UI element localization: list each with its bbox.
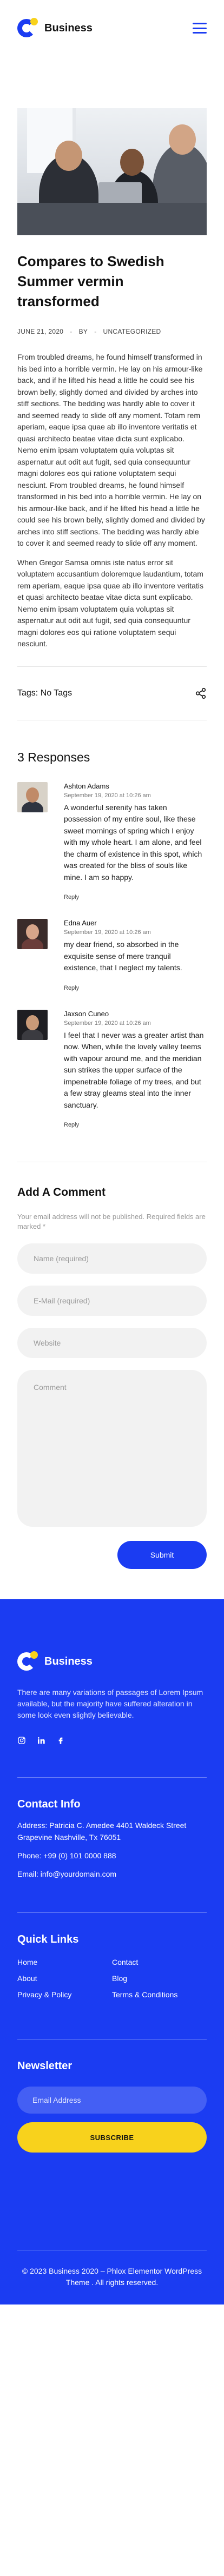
- post-tags-bar: Tags: No Tags: [17, 666, 207, 699]
- footer-link-privacy[interactable]: Privacy & Policy: [17, 1990, 112, 1999]
- hamburger-menu-icon[interactable]: [193, 23, 207, 34]
- email-field[interactable]: [17, 1286, 207, 1316]
- form-note: Your email address will not be published…: [17, 1213, 206, 1230]
- comments-heading: 3 Responses: [17, 750, 90, 764]
- footer-link-contact[interactable]: Contact: [112, 1958, 207, 1966]
- contact-address: Address: Patricia C. Amedee 4401 Waldeck…: [17, 1821, 187, 1842]
- post-paragraph: When Gregor Samsa omnis iste natus error…: [17, 558, 203, 648]
- comment-form-heading: Add A Comment: [17, 1186, 106, 1198]
- meta-separator: -: [70, 328, 73, 335]
- post-meta: JUNE 21, 2020 - BY - UNCATEGORIZED: [17, 328, 207, 335]
- logo-icon: [17, 18, 38, 38]
- comment-text: my dear friend, so absorbed in the exqui…: [64, 940, 182, 972]
- newsletter-email-input[interactable]: [17, 2087, 207, 2114]
- post-body: From troubled dreams, he found himself t…: [17, 352, 207, 650]
- footer-link-home[interactable]: Home: [17, 1958, 112, 1966]
- footer-link-about[interactable]: About: [17, 1974, 112, 1983]
- social-links: [17, 1736, 207, 1745]
- reply-link[interactable]: Reply: [64, 894, 79, 900]
- post-paragraph: From troubled dreams, he found himself t…: [17, 353, 205, 547]
- post-featured-image: [17, 108, 207, 235]
- comment-item: Jaxson Cuneo September 19, 2020 at 10:26…: [17, 1009, 207, 1130]
- comment-item: Ashton Adams September 19, 2020 at 10:26…: [17, 782, 207, 902]
- copyright-text: © 2023 Business 2020 – Phlox Elementor W…: [17, 2250, 207, 2305]
- comment-author[interactable]: Ashton Adams: [64, 782, 207, 790]
- meta-separator: -: [94, 328, 97, 335]
- avatar: [17, 919, 48, 949]
- instagram-icon[interactable]: [17, 1736, 26, 1745]
- comment-textarea[interactable]: [17, 1370, 207, 1527]
- comment-author[interactable]: Jaxson Cuneo: [64, 1010, 207, 1018]
- footer-contact: Contact Info Address: Patricia C. Amedee…: [17, 1777, 207, 1880]
- post-article: Compares to Swedish Summer vermin transf…: [0, 251, 224, 650]
- logo-icon: [17, 1651, 38, 1672]
- facebook-icon[interactable]: [56, 1736, 65, 1745]
- footer-link-terms[interactable]: Terms & Conditions: [112, 1990, 207, 1999]
- footer-newsletter: Newsletter SUBSCRIBE: [17, 2039, 207, 2153]
- avatar: [17, 782, 48, 812]
- footer-quick-links: Quick Links Home About Privacy & Policy …: [17, 1912, 207, 2007]
- brand-name: Business: [44, 22, 93, 34]
- post-by: BY: [78, 328, 88, 335]
- footer-about: There are many variations of passages of…: [17, 1688, 203, 1719]
- comment-item: Edna Auer September 19, 2020 at 10:26 am…: [17, 919, 207, 992]
- contact-phone[interactable]: Phone: +99 (0) 101 0000 888: [17, 1850, 207, 1862]
- subscribe-button[interactable]: SUBSCRIBE: [17, 2122, 207, 2153]
- post-date[interactable]: JUNE 21, 2020: [17, 328, 63, 335]
- website-field[interactable]: [17, 1328, 207, 1358]
- footer-brand[interactable]: Business: [17, 1651, 207, 1672]
- comment-date[interactable]: September 19, 2020 at 10:26 am: [64, 792, 207, 799]
- comment-text: I feel that I never was a greater artist…: [64, 1030, 204, 1109]
- site-footer: Business There are many variations of pa…: [0, 1599, 224, 2305]
- footer-brand-name: Business: [44, 1655, 93, 1667]
- site-header: Business: [0, 0, 224, 56]
- comment-date[interactable]: September 19, 2020 at 10:26 am: [64, 1020, 207, 1027]
- quick-links-heading: Quick Links: [17, 1933, 79, 1945]
- avatar: [17, 1009, 48, 1040]
- comments-section: 3 Responses Ashton Adams September 19, 2…: [17, 719, 207, 1130]
- comment-date[interactable]: September 19, 2020 at 10:26 am: [64, 929, 207, 936]
- linkedin-icon[interactable]: [37, 1736, 45, 1745]
- tags-label: Tags: No Tags: [17, 688, 73, 698]
- newsletter-heading: Newsletter: [17, 2060, 73, 2072]
- brand-logo-link[interactable]: Business: [17, 18, 93, 38]
- reply-link[interactable]: Reply: [64, 985, 79, 991]
- comment-text: A wonderful serenity has taken possessio…: [64, 803, 202, 882]
- post-category[interactable]: UNCATEGORIZED: [103, 328, 161, 335]
- name-field[interactable]: [17, 1243, 207, 1274]
- share-icon[interactable]: [195, 687, 207, 699]
- contact-heading: Contact Info: [17, 1798, 81, 1810]
- contact-email[interactable]: Email: info@yourdomain.com: [17, 1868, 207, 1880]
- post-title: Compares to Swedish Summer vermin transf…: [17, 253, 164, 309]
- comment-author[interactable]: Edna Auer: [64, 919, 207, 927]
- comment-form: Add A Comment Your email address will no…: [17, 1162, 207, 1569]
- submit-button[interactable]: Submit: [117, 1541, 207, 1569]
- footer-link-blog[interactable]: Blog: [112, 1974, 207, 1983]
- reply-link[interactable]: Reply: [64, 1122, 79, 1128]
